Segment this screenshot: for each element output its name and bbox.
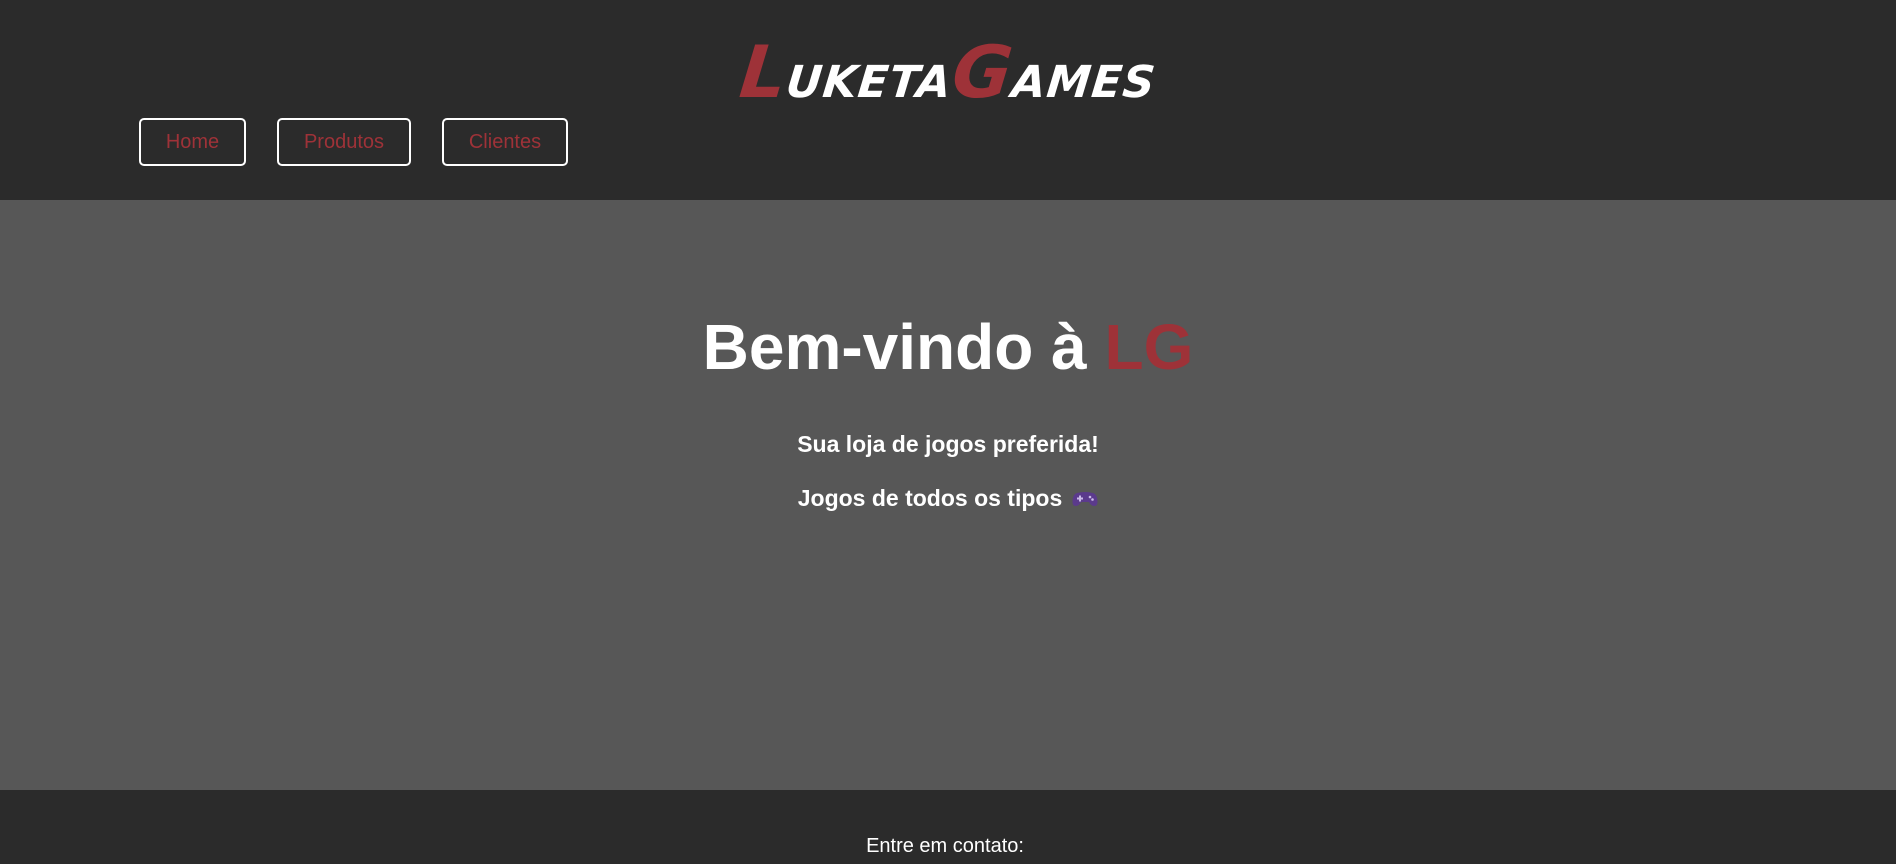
nav-home-button[interactable]: Home — [139, 118, 246, 166]
main-nav: Home Produtos Clientes — [139, 118, 599, 166]
logo-text-uketa: uketa — [783, 57, 955, 108]
tagline-all-games: Jogos de todos os tipos — [0, 483, 1896, 513]
logo-initial-g: G — [948, 30, 1018, 114]
nav-clientes-button[interactable]: Clientes — [442, 118, 568, 166]
gamepad-icon — [1072, 484, 1098, 506]
tagline-all-games-text: Jogos de todos os tipos — [797, 485, 1063, 511]
contact-label: Entre em contato: — [866, 835, 1024, 857]
hero-section: Bem-vindo à LG Sua loja de jogos preferi… — [0, 200, 1896, 790]
welcome-brand: LG — [1104, 311, 1194, 383]
logo-text-ames: ames — [1009, 57, 1159, 108]
site-logo[interactable]: LuketaGames — [0, 30, 1896, 121]
site-header: LuketaGames Home Produtos Clientes — [0, 0, 1896, 200]
tagline-favorite-store: Sua loja de jogos preferida! — [797, 431, 1099, 457]
nav-produtos-button[interactable]: Produtos — [277, 118, 411, 166]
welcome-prefix: Bem-vindo à — [702, 311, 1105, 383]
welcome-heading: Bem-vindo à LG — [0, 310, 1896, 384]
site-footer: Entre em contato: — [0, 790, 1896, 864]
